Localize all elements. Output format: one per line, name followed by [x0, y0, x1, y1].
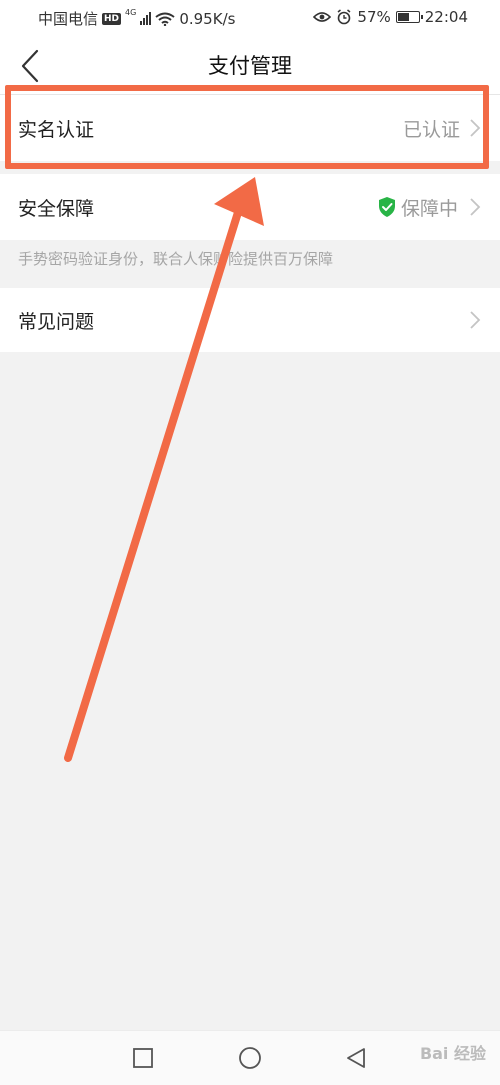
- wifi-icon: [155, 12, 175, 26]
- battery-percent: 57%: [357, 8, 391, 26]
- battery-fill: [397, 13, 409, 21]
- row-value-group: 保障中: [377, 194, 482, 221]
- network-speed: 0.95K/s: [179, 9, 236, 28]
- chevron-right-icon: [470, 119, 481, 137]
- chevron-right-icon: [470, 311, 481, 329]
- status-bar: 中国电信 HD 4G 0.95K/s 57% 22:04: [0, 0, 500, 36]
- row-label: 常见问题: [18, 310, 95, 333]
- status-left: 中国电信 HD 4G 0.95K/s: [38, 8, 235, 29]
- battery-icon: [395, 11, 423, 23]
- row-real-name-auth[interactable]: 实名认证 已认证: [0, 95, 500, 161]
- security-note: 手势密码验证身份，联合人保财险提供百万保障: [18, 250, 334, 268]
- network-type: 4G: [125, 8, 137, 17]
- row-label: 实名认证: [18, 118, 95, 141]
- back-icon: [347, 1048, 365, 1068]
- annotation-arrow: [64, 177, 264, 762]
- row-value-group: [468, 309, 482, 331]
- chevron-right-icon: [470, 198, 481, 216]
- security-status: 保障中: [400, 197, 458, 220]
- row-security-guarantee[interactable]: 安全保障 保障中: [0, 174, 500, 240]
- back-nav-button[interactable]: [343, 1045, 369, 1071]
- recent-apps-icon: [133, 1048, 153, 1068]
- recent-apps-button[interactable]: [130, 1045, 156, 1071]
- auth-status: 已认证: [402, 118, 460, 141]
- alarm-icon: [337, 9, 351, 25]
- watermark: Bai 经验: [419, 1044, 486, 1063]
- home-button[interactable]: [237, 1045, 263, 1071]
- signal-icon: [140, 12, 152, 25]
- carrier-name: 中国电信: [38, 10, 99, 28]
- row-value-group: 已认证: [403, 115, 482, 142]
- status-right: 57% 22:04: [313, 8, 468, 26]
- clock: 22:04: [424, 8, 468, 26]
- row-label: 安全保障: [18, 197, 95, 220]
- row-faq[interactable]: 常见问题: [0, 288, 500, 352]
- home-icon: [239, 1047, 261, 1069]
- top-nav-bar: 支付管理: [0, 36, 500, 95]
- page-title: 支付管理: [208, 54, 292, 78]
- shield-check-icon: [378, 197, 395, 217]
- hd-icon: HD: [102, 12, 122, 25]
- eye-icon: [313, 12, 332, 22]
